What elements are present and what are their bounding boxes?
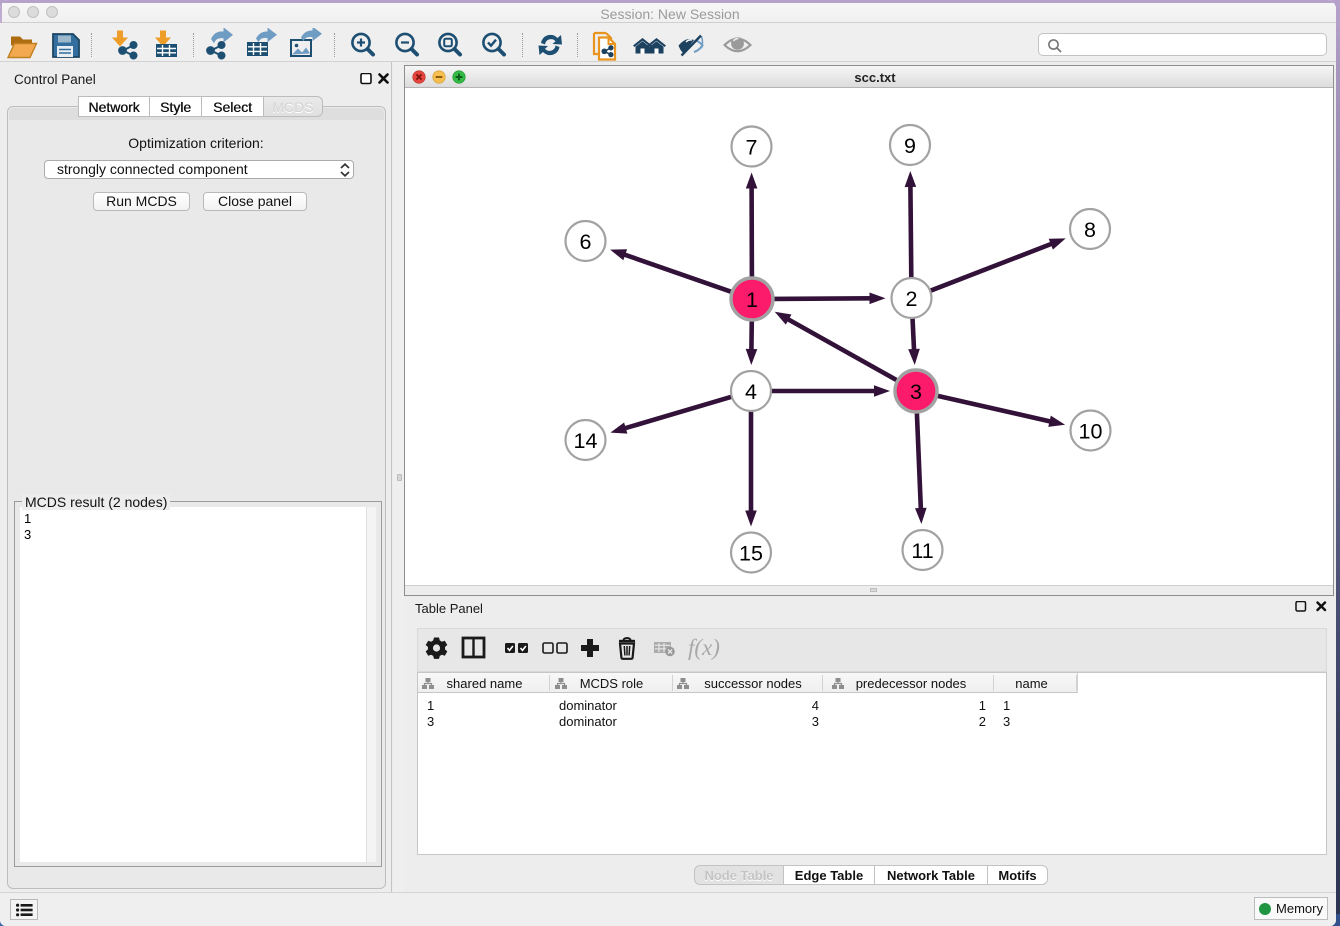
svg-text:8: 8 xyxy=(1084,218,1096,242)
svg-text:6: 6 xyxy=(580,230,592,254)
svg-text:11: 11 xyxy=(911,539,933,563)
svg-text:4: 4 xyxy=(745,380,757,404)
svg-text:15: 15 xyxy=(739,542,763,566)
svg-text:14: 14 xyxy=(574,429,598,453)
svg-text:3: 3 xyxy=(910,380,922,404)
svg-text:f(x): f(x) xyxy=(688,635,720,660)
svg-text:10: 10 xyxy=(1079,420,1103,444)
svg-text:9: 9 xyxy=(904,134,916,158)
svg-text:7: 7 xyxy=(746,136,758,160)
svg-text:2: 2 xyxy=(906,287,918,311)
svg-text:1: 1 xyxy=(746,288,758,312)
